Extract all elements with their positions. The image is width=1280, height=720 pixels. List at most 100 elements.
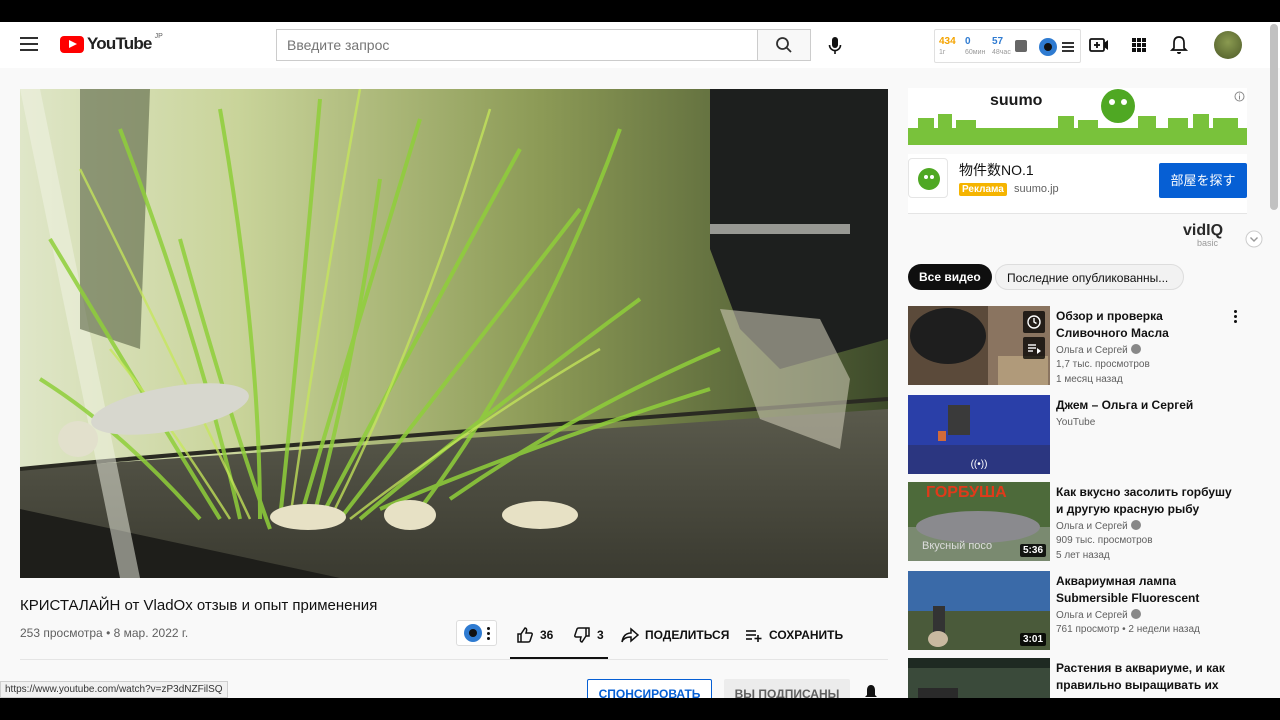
- video-thumbnail: 3:01: [908, 571, 1050, 650]
- video-meta: 253 просмотра • 8 мар. 2022 г.: [20, 626, 188, 640]
- logo-region: JP: [154, 32, 163, 40]
- ad-badge: Реклама: [959, 183, 1007, 196]
- rec-title: Растения в аквариуме, и как правильно вы…: [1056, 661, 1225, 692]
- recommendation-item[interactable]: Растения в аквариуме, и как правильно вы…: [908, 658, 1248, 698]
- video-player[interactable]: [20, 89, 888, 578]
- vidiq-stat-label: 48час: [992, 49, 1011, 56]
- subscribed-button[interactable]: ВЫ ПОДПИСАНЫ: [724, 679, 850, 698]
- ad-title: 物件数NO.1: [959, 162, 1034, 178]
- status-bar-url: https://www.youtube.com/watch?v=zP3dNZFi…: [0, 681, 228, 698]
- rec-age: 1 месяц назад: [1056, 374, 1123, 385]
- share-label: ПОДЕЛИТЬСЯ: [645, 628, 730, 642]
- vidiq-icon[interactable]: [1039, 38, 1057, 56]
- youtube-play-icon: [60, 35, 84, 53]
- duration-badge: 3:01: [1019, 633, 1046, 646]
- like-count: 36: [540, 628, 554, 642]
- video-thumbnail: ГОРБУША Вкусный посо 5:36: [908, 482, 1050, 561]
- sponsor-button[interactable]: СПОНСИРОВАТЬ: [587, 679, 712, 698]
- rec-title: Как вкусно засолить горбушу и другую кра…: [1056, 485, 1232, 516]
- suumo-mascot-icon: [918, 168, 940, 190]
- divider: [20, 659, 888, 660]
- vidiq-stats-widget[interactable]: 434 1г 0 60мин 57 48час: [934, 29, 1081, 63]
- chart-icon[interactable]: [1015, 40, 1027, 52]
- notifications-bell-icon[interactable]: [1168, 34, 1190, 56]
- dislike-button[interactable]: 3: [573, 626, 604, 644]
- ad-logo: [908, 158, 948, 198]
- recommendation-item[interactable]: Обзор и проверка Сливочного Масла Ольга …: [908, 306, 1248, 386]
- create-video-icon[interactable]: [1088, 34, 1110, 56]
- chip-recent[interactable]: Последние опубликованны...: [995, 264, 1184, 290]
- vidiq-stat-value: 434: [939, 36, 956, 47]
- chip-all-videos[interactable]: Все видео: [908, 264, 992, 290]
- add-to-queue-icon[interactable]: [1023, 337, 1045, 359]
- ad-info-icon[interactable]: [1234, 91, 1245, 102]
- ad-cta-button[interactable]: 部屋を探す: [1159, 163, 1247, 198]
- user-avatar[interactable]: [1214, 31, 1242, 59]
- thumbs-down-icon: [574, 627, 590, 643]
- rec-more-icon[interactable]: [1234, 310, 1238, 323]
- divider: [908, 213, 1247, 214]
- verified-icon: [1130, 344, 1141, 354]
- logo-text: YouTube: [87, 34, 152, 53]
- rec-title: Аквариумная лампа Submersible Fluorescen…: [1056, 574, 1200, 605]
- rec-views: 909 тыс. просмотров: [1056, 535, 1153, 546]
- masthead: YouTube JP 434 1г 0 60мин 57 48час: [0, 22, 1280, 68]
- search-input[interactable]: [276, 29, 758, 61]
- vidiq-stat-value: 0: [965, 36, 971, 47]
- duration-badge: 5:36: [1019, 544, 1046, 557]
- hamburger-menu-icon[interactable]: [20, 37, 38, 51]
- video-title: КРИСТАЛАЙН от VladOx отзыв и опыт примен…: [20, 597, 378, 614]
- dislike-count: 3: [597, 628, 604, 642]
- video-thumbnail: ((•)): [908, 395, 1050, 474]
- search-button[interactable]: [757, 29, 811, 61]
- more-actions-icon[interactable]: [864, 634, 868, 637]
- ad-domain: suumo.jp: [1014, 183, 1059, 195]
- rec-channel: YouTube: [1056, 417, 1096, 428]
- microphone-icon[interactable]: [827, 36, 843, 56]
- rec-channel: Ольга и Сергей: [1056, 609, 1141, 621]
- rec-title: Джем – Ольга и Сергей: [1056, 398, 1194, 412]
- verified-icon: [1130, 520, 1141, 530]
- playlist-add-icon: [746, 630, 762, 642]
- vidiq-plan: basic: [1197, 238, 1219, 248]
- rec-views: 1,7 тыс. просмотров: [1056, 359, 1150, 370]
- video-thumbnail: [908, 658, 1050, 698]
- page-scrollbar[interactable]: [1270, 24, 1278, 210]
- more-icon: [487, 627, 491, 640]
- save-button[interactable]: СОХРАНИТЬ: [745, 626, 843, 644]
- thumbs-up-icon: [517, 627, 533, 643]
- recommendation-item[interactable]: ((•)) Джем – Ольга и Сергей YouTube: [908, 395, 1248, 475]
- video-frame-image: [20, 89, 888, 578]
- ad-banner-image[interactable]: suumo: [908, 88, 1247, 145]
- search-icon: [776, 37, 792, 53]
- share-button[interactable]: ПОДЕЛИТЬСЯ: [621, 626, 729, 644]
- notification-bell-icon[interactable]: [862, 683, 880, 698]
- meta-separator: •: [106, 626, 111, 640]
- recommendation-item[interactable]: ГОРБУША Вкусный посо 5:36 Как вкусно зас…: [908, 482, 1248, 562]
- list-icon[interactable]: [1062, 42, 1074, 52]
- youtube-logo[interactable]: YouTube JP: [60, 32, 163, 54]
- thumb-caption: ГОРБУША: [926, 484, 1007, 501]
- ad-info-row[interactable]: 物件数NO.1 Реклама suumo.jp 部屋を探す: [908, 154, 1247, 214]
- browser-viewport: YouTube JP 434 1г 0 60мин 57 48час: [0, 22, 1280, 698]
- rec-channel: Ольга и Сергей: [1056, 344, 1141, 356]
- apps-grid-icon[interactable]: [1128, 34, 1150, 56]
- vidiq-stat-label: 1г: [939, 49, 946, 56]
- thumb-subcaption: Вкусный посо: [922, 540, 993, 552]
- vidiq-icon: [464, 624, 482, 642]
- vidiq-stat-label: 60мин: [965, 49, 986, 56]
- vidiq-stat-value: 57: [992, 36, 1004, 47]
- svg-text:((•)): ((•)): [971, 459, 988, 470]
- vidiq-video-button[interactable]: [456, 620, 497, 646]
- expand-chevron-icon[interactable]: [1245, 230, 1263, 248]
- video-thumbnail: [908, 306, 1050, 385]
- view-count: 253 просмотра: [20, 626, 103, 640]
- ad-brand-text: suumo: [990, 92, 1043, 109]
- share-icon: [621, 627, 639, 643]
- verified-icon: [1130, 609, 1141, 619]
- suumo-banner: [908, 88, 1247, 145]
- save-label: СОХРАНИТЬ: [769, 628, 844, 642]
- recommendation-item[interactable]: 3:01 Аквариумная лампа Submersible Fluor…: [908, 571, 1248, 651]
- like-button[interactable]: 36: [516, 626, 553, 644]
- watch-later-icon[interactable]: [1023, 311, 1045, 333]
